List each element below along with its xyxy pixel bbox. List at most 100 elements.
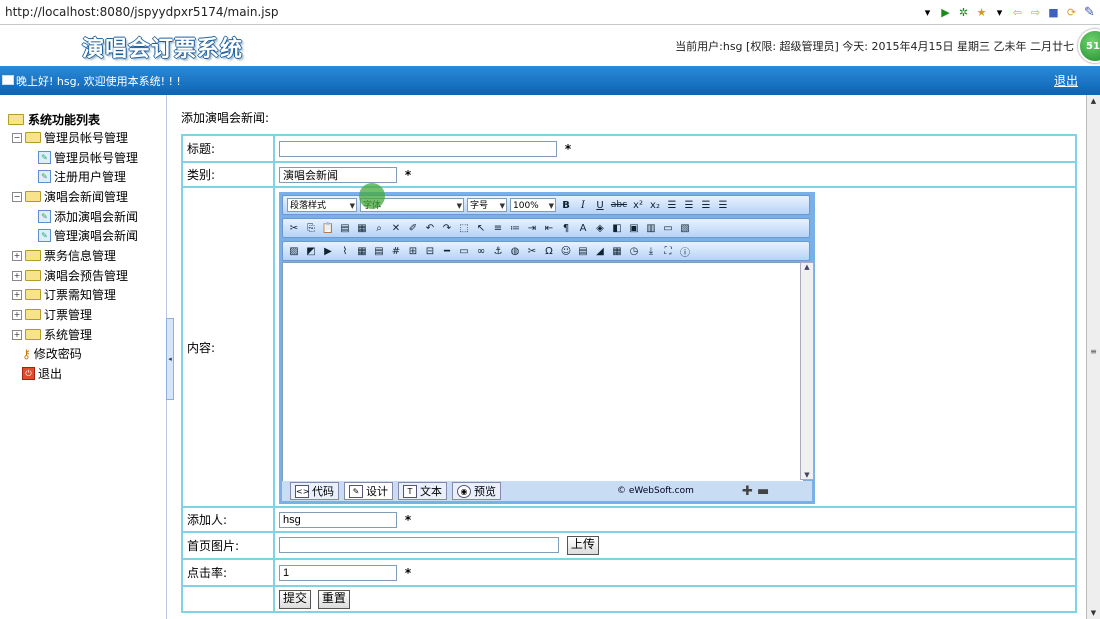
align-right-icon[interactable]: ☰ — [699, 198, 713, 212]
link-icon[interactable]: ∞ — [474, 244, 488, 258]
redo-icon[interactable]: ↷ — [440, 221, 454, 235]
clicks-input[interactable] — [279, 564, 397, 581]
sidebar-item-manage-news[interactable]: ✎ 管理演唱会新闻 — [38, 227, 138, 244]
align-center-icon[interactable]: ☰ — [682, 198, 696, 212]
bold-icon[interactable]: B — [559, 198, 573, 212]
underline-icon[interactable]: U — [593, 198, 607, 212]
find-icon[interactable]: ⌕ — [372, 221, 386, 235]
sidebar-item-registered-users[interactable]: ✎ 注册用户管理 — [38, 168, 126, 185]
help-icon[interactable]: ⓘ — [678, 244, 692, 259]
dropdown-icon[interactable]: ▾ — [921, 6, 934, 19]
superscript-icon[interactable]: x² — [631, 198, 645, 212]
sidebar-group-tickets[interactable]: + 票务信息管理 — [12, 247, 116, 264]
italic-icon[interactable]: I — [576, 198, 590, 212]
mode-text-button[interactable]: T 文本 — [398, 482, 447, 500]
expand-icon[interactable]: + — [12, 289, 22, 300]
fullscreen-icon[interactable]: ⛶ — [661, 244, 675, 258]
select-icon[interactable]: ⬚ — [457, 221, 471, 235]
dropdown-icon[interactable]: ▾ — [993, 6, 1006, 19]
star-icon[interactable]: ★ — [975, 6, 988, 19]
pointer-icon[interactable]: ↖ — [474, 221, 488, 235]
table-icon[interactable]: ▦ — [355, 244, 369, 258]
indent-icon[interactable]: ⇥ — [525, 221, 539, 235]
font-size-select[interactable]: 字号 — [467, 198, 507, 213]
align-justify-icon[interactable]: ☰ — [716, 198, 730, 212]
page-scrollbar[interactable]: ▲ ≡ ▼ — [1086, 95, 1100, 619]
mode-code-button[interactable]: <> 代码 — [290, 482, 339, 500]
mode-preview-button[interactable]: ◉ 预览 — [452, 482, 501, 500]
unordered-list-icon[interactable]: ≔ — [508, 221, 522, 235]
border-icon[interactable]: ▣ — [627, 221, 641, 235]
globe-icon[interactable]: ◍ — [508, 244, 522, 258]
sidebar-group-system[interactable]: + 系统管理 — [12, 326, 92, 343]
page-icon[interactable]: ▭ — [661, 221, 675, 235]
back-icon[interactable]: ⇦ — [1011, 6, 1024, 19]
ordered-list-icon[interactable]: ≡ — [491, 221, 505, 235]
highlight-icon[interactable]: ◈ — [593, 221, 607, 235]
mode-design-button[interactable]: ✎ 设计 — [344, 482, 393, 500]
marquee-icon[interactable]: ◢ — [593, 244, 607, 258]
calendar-icon[interactable]: ▦ — [610, 244, 624, 258]
outdent-icon[interactable]: ⇤ — [542, 221, 556, 235]
hr-icon[interactable]: ━ — [440, 244, 454, 258]
input-icon[interactable]: ▭ — [457, 244, 471, 258]
media-icon[interactable]: ▶ — [321, 244, 335, 258]
image-icon[interactable]: ▨ — [287, 244, 301, 258]
submit-button[interactable]: 提交 — [279, 589, 312, 609]
address-url[interactable]: http://localhost:8080/jspyydpxr5174/main… — [5, 5, 279, 19]
expand-icon[interactable]: + — [12, 270, 22, 281]
subscript-icon[interactable]: x₂ — [648, 198, 662, 212]
bug-icon[interactable]: ✲ — [957, 6, 970, 19]
undo-icon[interactable]: ↶ — [423, 221, 437, 235]
stop-icon[interactable]: ■ — [1047, 6, 1060, 19]
sidebar-group-previews[interactable]: + 演唱会预告管理 — [12, 267, 128, 284]
sidebar-item-change-password[interactable]: ⚷ 修改密码 — [22, 345, 82, 362]
paste-text-icon[interactable]: ▤ — [338, 221, 352, 235]
title-input[interactable] — [279, 140, 557, 157]
emoticon-icon[interactable]: ☺ — [559, 244, 573, 258]
clock-icon[interactable]: ◷ — [627, 244, 641, 258]
paste-icon[interactable]: 📋 — [321, 221, 335, 235]
text-color-icon[interactable]: A — [576, 221, 590, 235]
collapse-icon[interactable]: − — [12, 191, 22, 202]
sidebar-group-admin[interactable]: − 管理员帐号管理 — [12, 129, 128, 146]
anchor-icon[interactable]: ⚓ — [491, 244, 505, 258]
textarea-icon[interactable]: ⊟ — [423, 244, 437, 258]
author-input[interactable] — [279, 511, 397, 528]
font-color-icon[interactable]: ◧ — [610, 221, 624, 235]
page-break-icon[interactable]: ⤓ — [644, 244, 658, 258]
grid-icon[interactable]: # — [389, 244, 403, 258]
template-icon[interactable]: ▤ — [576, 244, 590, 258]
forward-icon[interactable]: ⇨ — [1029, 6, 1042, 19]
logout-link[interactable]: 退出 — [1054, 72, 1078, 89]
paragraph-style-select[interactable]: 段落样式 — [287, 198, 357, 213]
address-bar[interactable]: http://localhost:8080/jspyydpxr5174/main… — [0, 0, 1100, 25]
paste-word-icon[interactable]: ▦ — [355, 221, 369, 235]
align-left-icon[interactable]: ☰ — [665, 198, 679, 212]
table-cell-icon[interactable]: ▥ — [644, 221, 658, 235]
expand-icon[interactable]: + — [12, 329, 22, 340]
category-input[interactable] — [279, 166, 397, 183]
attachment-icon[interactable]: ⌇ — [338, 244, 352, 258]
format-brush-icon[interactable]: ✐ — [406, 221, 420, 235]
expand-icon[interactable]: + — [12, 250, 22, 261]
table-insert-icon[interactable]: ▤ — [372, 244, 386, 258]
editor-resize-controls[interactable]: ✚ ▬ — [742, 484, 769, 499]
sidebar-group-news[interactable]: − 演唱会新闻管理 — [12, 188, 128, 205]
strikethrough-icon[interactable]: abc — [610, 198, 628, 212]
image-path-input[interactable] — [279, 536, 559, 553]
format-icon[interactable]: ¶ — [559, 221, 573, 235]
sidebar-group-orders[interactable]: + 订票管理 — [12, 306, 92, 323]
upload-button[interactable]: 上传 — [566, 536, 599, 555]
refresh-icon[interactable]: ⟳ — [1065, 6, 1078, 19]
cut-icon[interactable]: ✂ — [287, 221, 301, 235]
zoom-select[interactable]: 100% — [510, 198, 556, 213]
form-icon[interactable]: ⊞ — [406, 244, 420, 258]
unlink-icon[interactable]: ✂ — [525, 244, 539, 258]
layer-icon[interactable]: ▧ — [678, 221, 692, 235]
expand-icon[interactable]: + — [12, 309, 22, 320]
counter-badge[interactable]: 51 — [1078, 29, 1100, 63]
reset-button[interactable]: 重置 — [317, 589, 350, 609]
editor-brand[interactable]: © eWebSoft.com — [617, 486, 694, 496]
editor-content-area[interactable] — [282, 262, 804, 482]
